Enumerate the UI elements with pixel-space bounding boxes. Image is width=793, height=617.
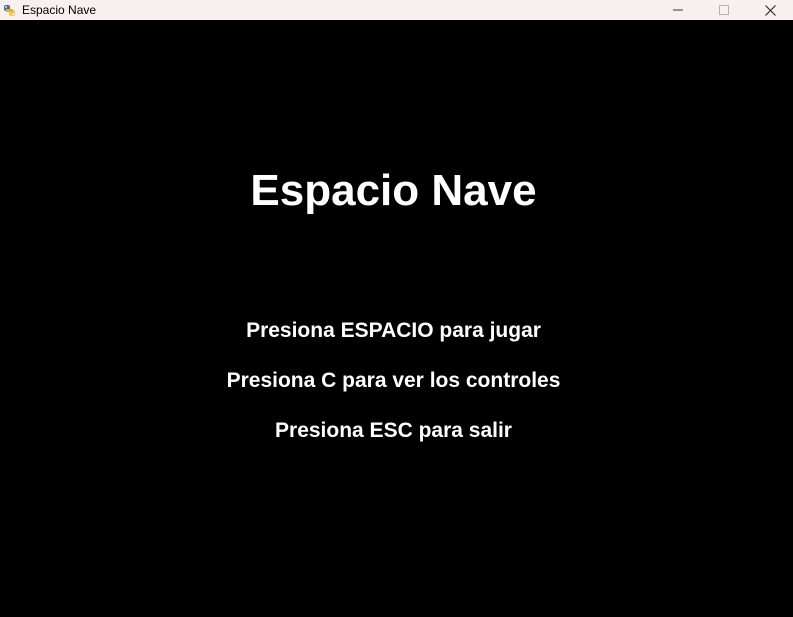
game-window: Espacio Nave Espacio Nave Presiona ESPAC… (0, 0, 793, 617)
maximize-button[interactable] (701, 0, 747, 20)
close-button[interactable] (747, 0, 793, 20)
menu-option-play: Presiona ESPACIO para jugar (246, 319, 541, 342)
window-title: Espacio Nave (22, 3, 97, 17)
close-icon (764, 4, 776, 16)
menu-option-controls: Presiona C para ver los controles (226, 369, 561, 392)
menu-option-exit: Presiona ESC para salir (275, 419, 512, 442)
maximize-icon (719, 5, 729, 15)
game-canvas[interactable]: Espacio Nave Presiona ESPACIO para jugar… (0, 20, 793, 617)
python-snake-icon (3, 4, 16, 17)
window-controls (655, 0, 793, 20)
minimize-button[interactable] (655, 0, 701, 20)
window-titlebar[interactable]: Espacio Nave (0, 0, 793, 20)
game-title: Espacio Nave (250, 166, 537, 215)
minimize-icon (673, 5, 683, 15)
